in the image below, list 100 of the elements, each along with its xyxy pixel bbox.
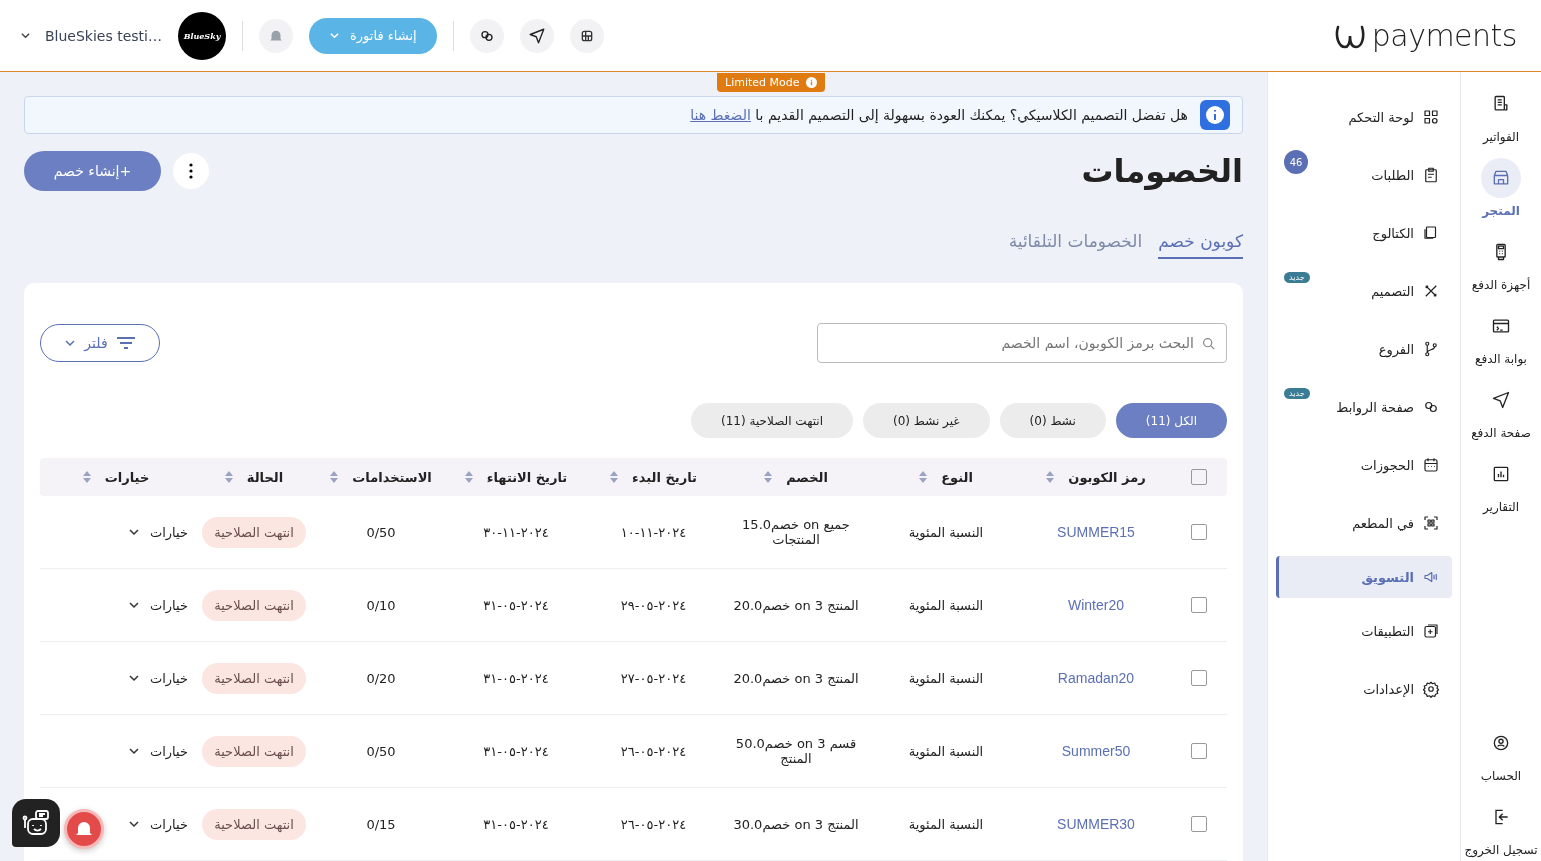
chatbot-button[interactable] (12, 799, 60, 847)
account-logo[interactable]: BlueSky (178, 11, 226, 60)
link-button[interactable] (469, 18, 504, 53)
search-field[interactable]: البحث برمز الكوبون، اسم الخصم (817, 323, 1227, 363)
sidebar-item[interactable]: التصميم جديد (1276, 264, 1452, 318)
options-dropdown[interactable]: خيارات (127, 816, 188, 832)
table-cell: ٢٠٢٤-٠٥-٢٧ (620, 670, 687, 686)
logo-text: payments (1371, 18, 1517, 53)
nav-rail-item[interactable]: بوابة الدفع (1461, 306, 1541, 366)
column-header[interactable]: خيارات (104, 469, 150, 485)
sidebar-label: صفحة الروابط (1336, 399, 1414, 415)
table-cell-text: 50.0خصم on 3 قسم المنتج (734, 736, 858, 766)
nav-rail-item[interactable]: الحساب (1461, 723, 1541, 783)
account-switcher[interactable]: BlueSkies testi… (20, 27, 162, 44)
status-pill: انتهت الصلاحية (202, 808, 306, 840)
sidebar-item[interactable]: التطبيقات (1276, 604, 1452, 658)
column-header[interactable]: تاريخ البدء (632, 469, 697, 485)
options-dropdown[interactable]: خيارات (127, 743, 188, 759)
notifications-button[interactable] (259, 18, 293, 53)
chevron-icon (127, 818, 140, 830)
filter-icon (115, 336, 136, 350)
table-cell: النسبة المئوية (908, 816, 984, 832)
nav-rail-item[interactable]: المتجر (1461, 158, 1541, 218)
table-cell: 20.0خصم on 3 المنتج (733, 597, 859, 613)
column-header[interactable]: الاستخدامات (352, 469, 432, 485)
status-filter-chip[interactable]: نشط (0) (999, 403, 1106, 438)
tab[interactable]: كوبون خصم (1158, 231, 1243, 259)
sort-icon[interactable] (82, 471, 91, 483)
table-cell: 0/10 (366, 597, 396, 613)
coupon-code-link[interactable]: SUMMER30 (1057, 816, 1135, 832)
nav-rail-item[interactable]: صفحة الدفع (1461, 380, 1541, 440)
send-button[interactable] (519, 18, 554, 53)
row-checkbox[interactable] (1191, 524, 1207, 540)
status-filter-chip[interactable]: انتهت الصلاحية (11) (691, 403, 853, 438)
sort-icon[interactable] (330, 471, 339, 483)
table-cell: 0/50 (366, 743, 396, 759)
coupon-code-link[interactable]: Winter20 (1068, 597, 1124, 613)
badge-text: Limited Mode (725, 76, 800, 89)
clipboard-icon (1422, 166, 1440, 184)
apps-button[interactable] (569, 18, 604, 53)
status-filter-chip[interactable]: غير نشط (0) (862, 403, 990, 438)
table-cell: النسبة المئوية (908, 670, 984, 686)
column-header[interactable]: النوع (941, 469, 973, 485)
nav-rail-item[interactable]: أجهزة الدفع (1461, 232, 1541, 292)
sidebar-label: لوحة التحكم (1348, 109, 1414, 125)
status-pill: انتهت الصلاحية (202, 735, 306, 767)
sidebar-item[interactable]: الإعدادات (1276, 662, 1452, 716)
options-dropdown[interactable]: خيارات (127, 524, 188, 540)
sidebar-item[interactable]: الكتالوج (1276, 206, 1452, 260)
row-checkbox[interactable] (1191, 670, 1207, 686)
sidebar-item[interactable]: الفروع (1276, 322, 1452, 376)
column-header[interactable]: رمز الكوبون (1068, 469, 1146, 485)
sidebar-item[interactable]: في المطعم (1276, 496, 1452, 550)
table-cell: 0/15 (366, 816, 396, 832)
table-cell: النسبة المئوية (908, 743, 984, 759)
sidebar-item[interactable]: لوحة التحكم (1276, 90, 1452, 144)
classic-design-link[interactable]: الضغط هنا (690, 107, 751, 123)
grid-icon (1422, 108, 1440, 126)
chart-icon (1491, 464, 1511, 484)
status-filter-chip[interactable]: الكل (11) (1115, 403, 1227, 438)
nav-rail-item[interactable]: تسجيل الخروج (1461, 797, 1541, 857)
column-header[interactable]: الخصم (786, 469, 828, 485)
coupon-code-link[interactable]: SUMMER15 (1057, 524, 1135, 540)
sidebar-label: التسويق (1361, 569, 1414, 585)
column-header[interactable]: الحالة (246, 469, 284, 485)
send-icon (1491, 390, 1511, 410)
sidebar-item[interactable]: الحجوزات (1276, 438, 1452, 492)
column-header[interactable]: تاريخ الانتهاء (486, 469, 568, 485)
options-dropdown[interactable]: خيارات (127, 670, 188, 686)
sort-icon[interactable] (764, 471, 773, 483)
sidebar-item[interactable]: صفحة الروابط جديد (1276, 380, 1452, 434)
row-checkbox[interactable] (1191, 743, 1207, 759)
sort-icon[interactable] (1046, 471, 1055, 483)
chevron-icon (64, 337, 77, 349)
sort-icon[interactable] (464, 471, 473, 483)
coupon-code-link[interactable]: Ramadan20 (1057, 670, 1135, 686)
nav-rail-item[interactable]: الفواتير (1461, 84, 1541, 144)
sort-icon[interactable] (919, 471, 928, 483)
badge: جديد (1284, 388, 1310, 399)
table-cell: 30.0خصم on 3 المنتج (733, 816, 859, 832)
store-icon (1491, 168, 1511, 188)
table-cell-text: 15.0خصم on جميع المنتجات (741, 517, 851, 547)
chevron-icon (127, 526, 140, 538)
sort-icon[interactable] (224, 471, 233, 483)
table-cell: ٢٠٢٤-٠٥-٢٦ (620, 743, 687, 759)
sort-icon[interactable] (610, 471, 619, 483)
row-checkbox[interactable] (1191, 816, 1207, 832)
table-cell: ٢٠٢٤-٠٥-٣١ (483, 597, 549, 613)
account-icon (1491, 733, 1511, 753)
table-cell: ٢٠٢٤-٠٥-٢٦ (620, 816, 687, 832)
sidebar-label: في المطعم (1352, 515, 1414, 531)
sidebar-item[interactable]: التسويق (1276, 556, 1452, 598)
options-dropdown[interactable]: خيارات (127, 597, 188, 613)
select-all-checkbox[interactable] (1191, 469, 1207, 485)
create-discount-button[interactable]: +إنشاء خصم (24, 151, 161, 191)
coupon-code-link[interactable]: Summer50 (1061, 743, 1131, 759)
more-button[interactable] (173, 153, 209, 189)
branch-icon (1422, 340, 1440, 358)
row-checkbox[interactable] (1191, 597, 1207, 613)
nav-rail-item[interactable]: التقارير (1461, 454, 1541, 514)
